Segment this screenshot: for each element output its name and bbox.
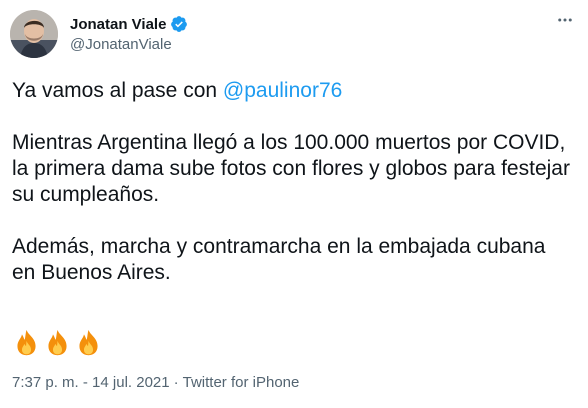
- meta-separator: -: [78, 374, 93, 391]
- tweet-text-prefix: Ya vamos al pase con: [12, 79, 223, 102]
- fire-emoji-icon: [48, 329, 67, 356]
- verified-badge-icon: [170, 15, 188, 33]
- display-name[interactable]: Jonatan Viale: [70, 16, 166, 33]
- emoji-row: [12, 328, 103, 357]
- tweet-time[interactable]: 7:37 p. m.: [12, 374, 79, 391]
- tweet-meta: 7:37 p. m. - 14 jul. 2021 · Twitter for iP…: [12, 374, 299, 391]
- tweet-paragraph-1: Ya vamos al pase con @paulinor76: [12, 78, 572, 104]
- tweet-paragraph-3: Además, marcha y contramarcha en la emba…: [12, 235, 546, 284]
- fire-emoji-icon: [79, 329, 98, 356]
- tweet-date[interactable]: 14 jul. 2021: [92, 374, 170, 391]
- tweet-source[interactable]: Twitter for iPhone: [183, 374, 300, 391]
- avatar-image: [10, 10, 58, 58]
- tweet-card: Jonatan Viale @JonatanViale Ya vamos al …: [0, 0, 588, 408]
- author-block: Jonatan Viale @JonatanViale: [70, 14, 188, 53]
- more-options-icon[interactable]: [551, 6, 579, 34]
- fire-emoji-icon: [17, 329, 36, 356]
- handle[interactable]: @JonatanViale: [70, 36, 188, 53]
- tweet-paragraph-2: Mientras Argentina llegó a los 100.000 m…: [12, 131, 570, 206]
- tweet-text: Ya vamos al pase con @paulinor76 Mientra…: [12, 78, 572, 286]
- mention-link[interactable]: @paulinor76: [223, 79, 342, 102]
- meta-dot-separator: ·: [173, 374, 179, 391]
- avatar[interactable]: [10, 10, 58, 58]
